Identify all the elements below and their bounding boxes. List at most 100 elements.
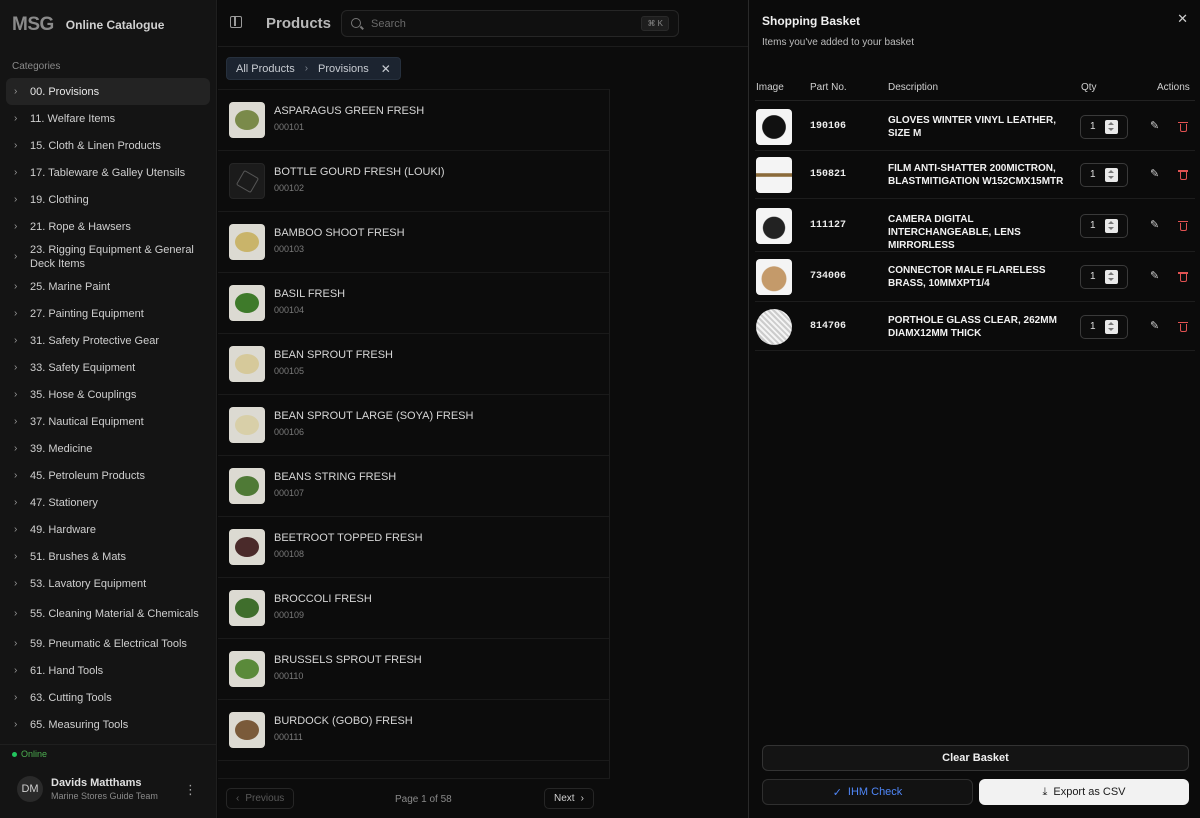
spinner-icon[interactable]: [1105, 218, 1118, 233]
product-row[interactable]: BOTTLE GOURD FRESH (LOUKI) 000102: [218, 151, 610, 212]
trash-icon[interactable]: [1178, 121, 1188, 132]
sidebar-category-item[interactable]: › 39. Medicine: [6, 435, 210, 462]
category-label: 27. Painting Equipment: [30, 307, 144, 320]
sidebar-category-item[interactable]: › 23. Rigging Equipment & General Deck It…: [6, 240, 210, 273]
check-icon: ✓: [832, 786, 842, 799]
product-code: 000110: [274, 671, 304, 681]
quantity-stepper[interactable]: 1: [1080, 163, 1128, 187]
sidebar-category-item[interactable]: › 21. Rope & Hawsers: [6, 213, 210, 240]
sidebar-category-item[interactable]: › 55. Cleaning Material & Chemicals: [6, 597, 210, 630]
more-vertical-icon[interactable]: ⋮: [184, 782, 197, 798]
chevron-right-icon: ›: [14, 497, 18, 508]
sidebar-category-item[interactable]: › 45. Petroleum Products: [6, 462, 210, 489]
quantity-value: 1: [1090, 169, 1096, 180]
avatar: DM: [17, 776, 43, 802]
sidebar-category-item[interactable]: › 49. Hardware: [6, 516, 210, 543]
sidebar-category-item[interactable]: › 15. Cloth & Linen Products: [6, 132, 210, 159]
sidebar-category-item[interactable]: › 17. Tableware & Galley Utensils: [6, 159, 210, 186]
clear-basket-button[interactable]: Clear Basket: [762, 745, 1189, 771]
chevron-right-icon: ›: [14, 470, 18, 481]
sidebar-category-item[interactable]: › 35. Hose & Couplings: [6, 381, 210, 408]
spinner-icon[interactable]: [1105, 270, 1118, 284]
trash-icon[interactable]: [1178, 321, 1188, 332]
chevron-right-icon: ›: [304, 63, 309, 74]
user-profile[interactable]: DM Davids Matthams Marine Stores Guide T…: [17, 776, 207, 802]
category-label: 49. Hardware: [30, 523, 97, 536]
quantity-stepper[interactable]: 1: [1080, 213, 1128, 238]
edit-icon[interactable]: ✎: [1150, 320, 1161, 332]
product-name: BEANS STRING FRESH: [274, 471, 397, 483]
sidebar-category-item[interactable]: › 65. Measuring Tools: [6, 711, 210, 738]
product-row[interactable]: BEAN SPROUT FRESH 000105: [218, 334, 610, 395]
product-row[interactable]: BEETROOT TOPPED FRESH 000108: [218, 517, 610, 578]
edit-icon[interactable]: ✎: [1150, 120, 1161, 132]
item-description: PORTHOLE GLASS CLEAR, 262MM DIAMX12MM TH…: [888, 314, 1057, 339]
logo: MSG: [12, 14, 54, 35]
chevron-right-icon: ›: [14, 665, 18, 676]
sidebar-category-item[interactable]: › 47. Stationery: [6, 489, 210, 516]
basket-subtitle: Items you've added to your basket: [762, 37, 914, 48]
sidebar-category-item[interactable]: › 27. Painting Equipment: [6, 300, 210, 327]
previous-label: Previous: [245, 793, 285, 804]
product-thumbnail: [229, 102, 265, 138]
sidebar-category-item[interactable]: › 63. Cutting Tools: [6, 684, 210, 711]
product-code: 000111: [274, 732, 303, 742]
ihm-check-button[interactable]: ✓ IHM Check: [762, 779, 973, 805]
basket-item-image: [756, 157, 792, 193]
edit-icon[interactable]: ✎: [1150, 169, 1161, 180]
page-info: Page 1 of 58: [395, 794, 452, 805]
clear-basket-label: Clear Basket: [942, 752, 1009, 764]
sidebar-category-item[interactable]: › 61. Hand Tools: [6, 657, 210, 684]
export-csv-button[interactable]: ⤓ Export as CSV: [979, 779, 1189, 805]
sidebar-category-item[interactable]: › 53. Lavatory Equipment: [6, 570, 210, 597]
trash-icon[interactable]: [1178, 169, 1188, 180]
previous-page-button[interactable]: ‹ Previous: [226, 788, 295, 809]
chevron-right-icon: ›: [14, 281, 18, 292]
topbar: Products ⌘ K: [218, 0, 748, 47]
sidebar-category-item[interactable]: › 31. Safety Protective Gear: [6, 327, 210, 354]
spinner-icon[interactable]: [1105, 168, 1118, 182]
sidebar-category-item[interactable]: › 51. Brushes & Mats: [6, 543, 210, 570]
sidebar-toggle-icon[interactable]: [230, 16, 242, 28]
product-row[interactable]: BAMBOO SHOOT FRESH 000103: [218, 212, 610, 273]
sidebar-category-item[interactable]: › 19. Clothing: [6, 186, 210, 213]
close-icon[interactable]: ✕: [1177, 11, 1188, 27]
search-input[interactable]: [371, 16, 631, 32]
sidebar-category-item[interactable]: › 00. Provisions: [6, 78, 210, 105]
chevron-right-icon: ›: [14, 692, 18, 703]
quantity-stepper[interactable]: 1: [1080, 314, 1128, 339]
product-row[interactable]: BASIL FRESH 000104: [218, 273, 610, 334]
quantity-stepper[interactable]: 1: [1080, 265, 1128, 289]
search-box[interactable]: ⌘ K: [341, 10, 679, 37]
product-row[interactable]: BURDOCK (GOBO) FRESH 000111: [218, 700, 610, 761]
product-row[interactable]: BRUSSELS SPROUT FRESH 000110: [218, 639, 610, 700]
quantity-stepper[interactable]: 1: [1080, 114, 1128, 139]
product-row[interactable]: BEAN SPROUT LARGE (SOYA) FRESH 000106: [218, 395, 610, 456]
item-description: CAMERA DIGITAL INTERCHANGEABLE, LENS MIR…: [888, 213, 1021, 251]
category-label: 23. Rigging Equipment & General Deck Ite…: [30, 243, 194, 270]
product-row[interactable]: ASPARAGUS GREEN FRESH 000101: [218, 90, 610, 151]
basket-title: Shopping Basket: [762, 14, 861, 28]
clear-filter-icon[interactable]: ✕: [381, 62, 391, 76]
download-icon: ⤓: [1042, 785, 1048, 798]
sidebar-category-item[interactable]: › 33. Safety Equipment: [6, 354, 210, 381]
online-status: Online: [12, 749, 47, 759]
trash-icon[interactable]: [1178, 271, 1188, 282]
sidebar-category-item[interactable]: › 37. Nautical Equipment: [6, 408, 210, 435]
basket-row: 150821 FILM ANTI-SHATTER 200MICTRON, BLAS…: [755, 151, 1195, 199]
spinner-icon[interactable]: [1105, 119, 1118, 134]
edit-icon[interactable]: ✎: [1150, 219, 1161, 231]
product-thumbnail: [229, 712, 265, 748]
spinner-icon[interactable]: [1105, 319, 1118, 334]
sidebar-category-item[interactable]: › 25. Marine Paint: [6, 273, 210, 300]
product-row[interactable]: BEANS STRING FRESH 000107: [218, 456, 610, 517]
trash-icon[interactable]: [1178, 220, 1188, 231]
edit-icon[interactable]: ✎: [1150, 271, 1161, 282]
breadcrumb-root[interactable]: All Products: [236, 63, 295, 75]
sidebar-category-item[interactable]: › 59. Pneumatic & Electrical Tools: [6, 630, 210, 657]
next-page-button[interactable]: Next ›: [544, 788, 594, 809]
sidebar-category-item[interactable]: › 11. Welfare Items: [6, 105, 210, 132]
chevron-left-icon: ‹: [236, 793, 240, 804]
app-root: MSG Online Catalogue Categories › 00. Pro…: [0, 0, 1200, 818]
product-row[interactable]: BROCCOLI FRESH 000109: [218, 578, 610, 639]
